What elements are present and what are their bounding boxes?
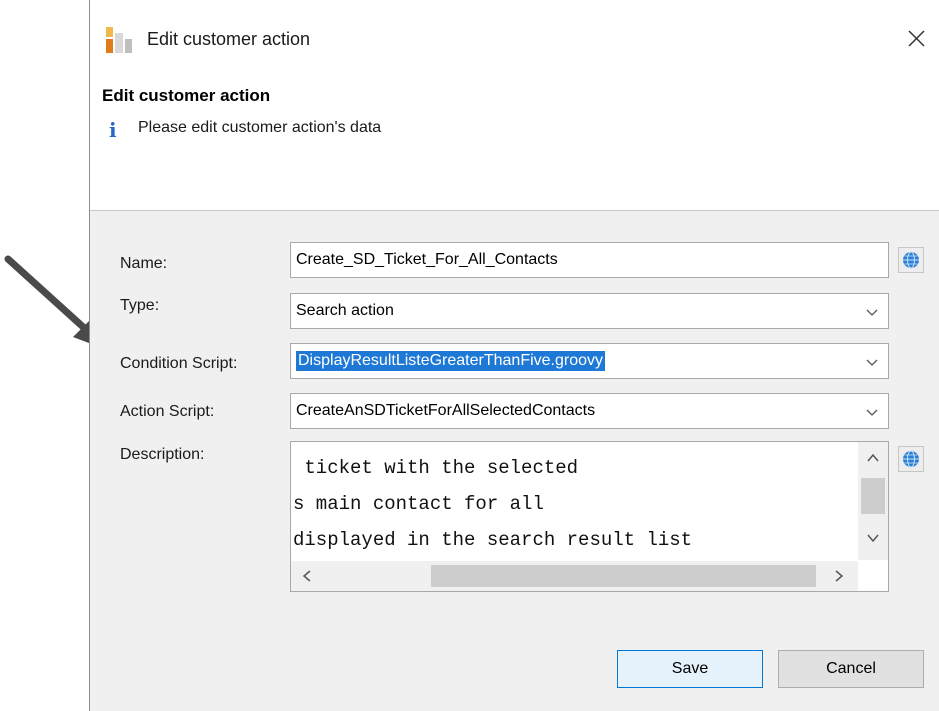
condition-script-label: Condition Script:: [120, 355, 238, 372]
info-icon: i: [109, 118, 117, 142]
header-message: Please edit customer action's data: [138, 119, 382, 136]
globe-icon: [903, 251, 919, 269]
chevron-down-icon: [866, 309, 878, 316]
name-label: Name:: [120, 255, 168, 272]
type-label: Type:: [120, 297, 160, 314]
action-script-label: Action Script:: [120, 403, 215, 420]
title-bar: Edit customer action: [90, 0, 939, 78]
scroll-up-icon[interactable]: [865, 450, 881, 466]
type-value: Search action: [296, 302, 394, 319]
scroll-down-icon[interactable]: [865, 530, 881, 546]
description-textarea[interactable]: ticket with the selected s main contact …: [290, 441, 889, 592]
window-title: Edit customer action: [147, 29, 311, 49]
condition-script-value: DisplayResultListeGreaterThanFive.groovy: [296, 351, 606, 371]
globe-icon: [903, 450, 919, 468]
condition-script-value-wrap: DisplayResultListeGreaterThanFive.groovy: [296, 351, 606, 371]
action-script-value: CreateAnSDTicketForAllSelectedContacts: [296, 402, 596, 419]
vertical-scrollbar[interactable]: [858, 442, 888, 560]
header-title: Edit customer action: [102, 86, 271, 105]
save-button[interactable]: Save: [617, 650, 763, 688]
cancel-button[interactable]: Cancel: [778, 650, 924, 688]
description-label: Description:: [120, 446, 205, 463]
description-line: s main contact for all: [293, 493, 544, 515]
name-value: Create_SD_Ticket_For_All_Contacts: [296, 251, 558, 268]
description-line: ticket with the selected: [293, 457, 579, 479]
scroll-left-icon[interactable]: [299, 568, 315, 584]
app-icon: [106, 27, 132, 53]
description-translate-button[interactable]: [898, 446, 924, 472]
condition-script-select[interactable]: DisplayResultListeGreaterThanFive.groovy: [290, 343, 889, 379]
type-select[interactable]: Search action: [290, 293, 889, 329]
name-field[interactable]: Create_SD_Ticket_For_All_Contacts: [290, 242, 889, 278]
horizontal-scroll-thumb[interactable]: [431, 565, 816, 587]
scroll-right-icon[interactable]: [831, 568, 847, 584]
chevron-down-icon: [866, 359, 878, 366]
action-script-select[interactable]: CreateAnSDTicketForAllSelectedContacts: [290, 393, 889, 429]
chevron-down-icon: [866, 409, 878, 416]
close-icon[interactable]: [899, 22, 933, 56]
vertical-scroll-thumb[interactable]: [861, 478, 885, 514]
name-translate-button[interactable]: [898, 247, 924, 273]
dialog-header: Edit customer action i Please edit custo…: [90, 78, 939, 211]
horizontal-scrollbar[interactable]: [291, 561, 858, 591]
edit-customer-action-dialog: Edit customer action Edit customer actio…: [89, 0, 939, 711]
header-banner-decoration: [724, 110, 939, 154]
description-line: displayed in the search result list: [293, 529, 693, 551]
